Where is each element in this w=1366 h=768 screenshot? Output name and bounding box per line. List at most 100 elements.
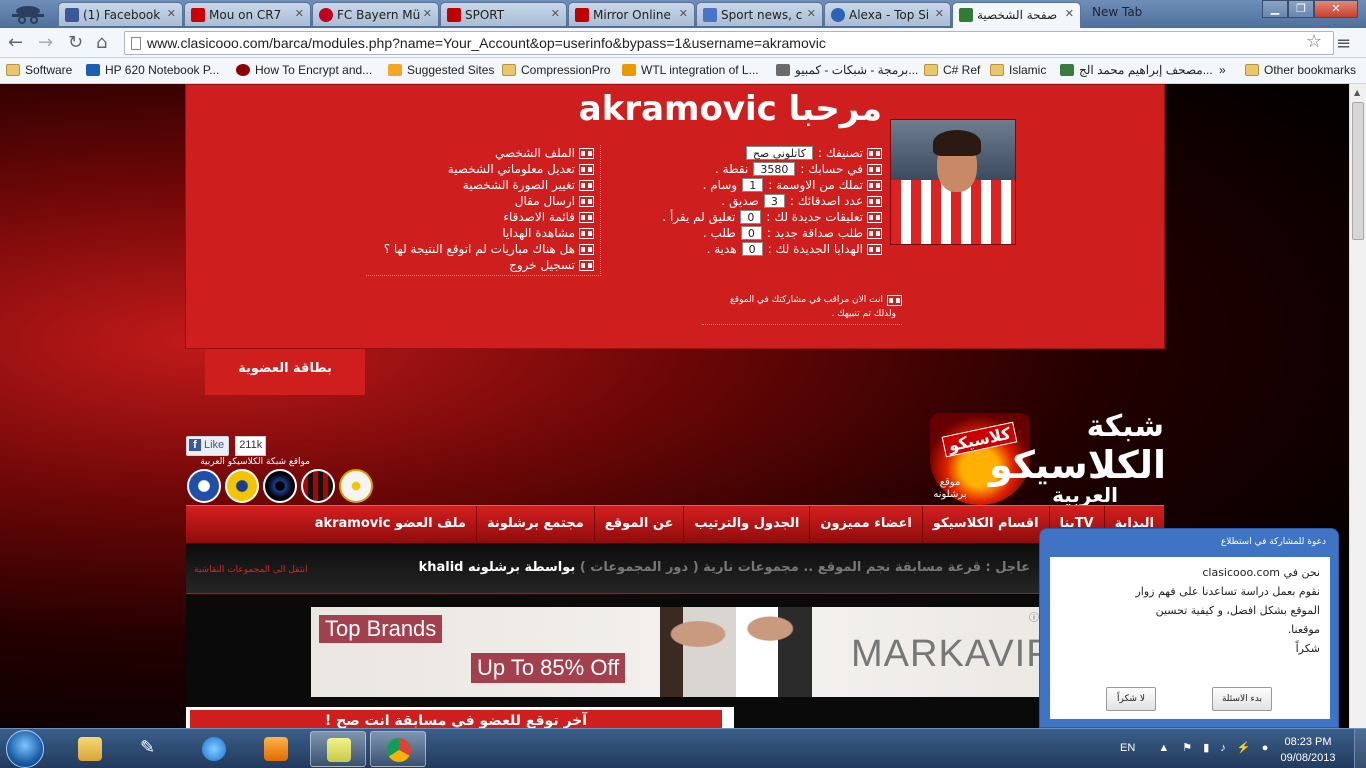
site-icon xyxy=(959,8,973,22)
start-survey-button[interactable]: بدء الاسئلة xyxy=(1212,687,1272,711)
bookmark-csharp-ref[interactable]: C# Ref xyxy=(924,63,980,77)
taskbar-tool[interactable]: ✎ xyxy=(124,731,180,767)
bookmark-software[interactable]: Software xyxy=(6,63,72,77)
site-logo[interactable]: كلاسيكو شبكة الكلاسيكو العربية موقع برشل… xyxy=(925,409,1170,509)
tab-mou-cr7[interactable]: Mou on CR7 ✕ xyxy=(184,2,311,26)
reload-icon[interactable]: ↻ xyxy=(68,32,83,53)
decline-survey-button[interactable]: لا شكراً xyxy=(1106,687,1156,711)
close-tab-icon[interactable]: ✕ xyxy=(551,7,560,20)
news-ticker[interactable]: عاجل : قرعة مسابقة نجم الموقع .. مجموعات… xyxy=(419,560,1030,575)
link-unpredicted-matches[interactable]: هل هناك مباريات لم اتوقع النتيجة لها ؟ xyxy=(366,241,594,257)
tray-arrow-icon[interactable]: ▲ xyxy=(1158,742,1169,754)
close-tab-icon[interactable]: ✕ xyxy=(295,7,304,20)
link-friends-list[interactable]: قائمة الاصدقاء xyxy=(366,209,594,225)
close-tab-icon[interactable]: ✕ xyxy=(935,7,944,20)
address-bar[interactable]: www.clasicooo.com/barca/modules.php?name… xyxy=(124,31,1334,55)
nav-sections[interactable]: اقسام الكلاسيكو xyxy=(921,505,1049,544)
scrollbar-thumb[interactable] xyxy=(1352,102,1364,240)
back-arrow-icon[interactable]: ← xyxy=(8,32,23,53)
tab-fc-bayern[interactable]: FC Bayern Mü ✕ xyxy=(312,2,439,26)
google-icon xyxy=(703,8,717,22)
page-scrollbar[interactable]: ▲ xyxy=(1349,84,1366,728)
tab-mirror[interactable]: Mirror Online ✕ xyxy=(568,2,695,26)
close-tab-icon[interactable]: ✕ xyxy=(167,7,176,20)
tab-alexa[interactable]: Alexa - Top Si ✕ xyxy=(824,2,951,26)
chrome-menu-icon[interactable]: ≡ xyxy=(1336,33,1351,54)
minimize-icon[interactable]: ▁ xyxy=(1262,0,1288,18)
volume-icon[interactable]: ♪ xyxy=(1220,742,1226,754)
al-hilal-logo[interactable] xyxy=(187,469,221,503)
discussion-groups-link[interactable]: انتقل الى المجموعات النقاشية xyxy=(194,565,307,575)
folder-icon xyxy=(6,64,20,76)
forward-arrow-icon[interactable]: → xyxy=(38,32,53,53)
nav-barcelona-community[interactable]: مجتمع برشلونة xyxy=(475,505,594,544)
link-send-article[interactable]: ارسال مقال xyxy=(366,193,594,209)
close-tab-icon[interactable]: ✕ xyxy=(807,7,816,20)
language-indicator[interactable]: EN xyxy=(1120,742,1135,754)
more-bookmarks-chevron[interactable]: » xyxy=(1219,63,1226,77)
other-bookmarks[interactable]: Other bookmarks xyxy=(1245,63,1356,77)
bullet-icon xyxy=(867,179,882,191)
stat-friends: عدد اصدقائك :3 صديق . xyxy=(592,193,882,209)
nav-standings[interactable]: الجدول والترتيب xyxy=(683,505,809,544)
taskbar-explorer[interactable] xyxy=(62,731,118,767)
network-club-logos xyxy=(187,469,373,503)
close-tab-icon[interactable]: ✕ xyxy=(1065,7,1074,20)
close-tab-icon[interactable]: ✕ xyxy=(423,7,432,20)
link-change-photo[interactable]: تغيير الصورة الشخصية xyxy=(366,177,594,193)
membership-card-tab[interactable]: بطاقة العضوية xyxy=(205,349,365,395)
bullet-icon xyxy=(867,163,882,175)
markavip-ad-banner[interactable]: Top Brands Up To 85% Off MARKAVIP ⓘ xyxy=(311,607,1052,697)
bookmark-quran[interactable]: مصحف إبراهيم محمد الج... xyxy=(1060,63,1213,77)
link-view-gifts[interactable]: مشاهدة الهدايا xyxy=(366,225,594,241)
start-button[interactable] xyxy=(6,730,44,768)
bullet-icon xyxy=(579,259,594,271)
tab-sport-news[interactable]: Sport news, c ✕ xyxy=(696,2,823,26)
bookmark-hp-620[interactable]: HP 620 Notebook P... xyxy=(86,63,219,77)
like-count: 211k xyxy=(235,436,267,456)
link-logout[interactable]: تسجيل خروج xyxy=(366,257,594,273)
bullet-icon xyxy=(867,195,882,207)
taskbar-notes[interactable] xyxy=(310,731,366,767)
window-close-icon[interactable]: ✕ xyxy=(1314,0,1358,18)
tab-profile-page[interactable]: صفحة الشخصية ✕ xyxy=(952,2,1081,28)
bookmark-star-icon[interactable]: ☆ xyxy=(1306,31,1322,52)
bookmark-programming[interactable]: برمجة - شبكات - كمبيو... xyxy=(776,63,918,77)
bookmark-suggested-sites[interactable]: Suggested Sites xyxy=(388,63,494,77)
bookmark-wtl[interactable]: WTL integration of L... xyxy=(622,63,759,77)
avatar xyxy=(890,119,1016,245)
real-madrid-logo[interactable] xyxy=(339,469,373,503)
bullet-icon xyxy=(579,227,594,239)
bookmark-encrypt[interactable]: How To Encrypt and... xyxy=(236,63,372,77)
al-nassr-logo[interactable] xyxy=(225,469,259,503)
network-icon[interactable]: ▮ xyxy=(1203,742,1209,754)
taskbar-chrome[interactable] xyxy=(370,731,426,767)
show-desktop-button[interactable] xyxy=(1354,729,1366,768)
link-edit-info[interactable]: تعديل معلوماتي الشخصية xyxy=(366,161,594,177)
taskbar-media-player[interactable] xyxy=(248,731,304,767)
link-profile[interactable]: الملف الشخصي xyxy=(366,145,594,161)
maximize-icon[interactable]: ❐ xyxy=(1288,0,1314,18)
tray-app-icon[interactable]: ● xyxy=(1262,742,1269,754)
flag-icon[interactable]: ⚑ xyxy=(1182,742,1192,754)
scroll-up-arrow-icon[interactable]: ▲ xyxy=(1354,88,1360,97)
inter-logo[interactable] xyxy=(263,469,297,503)
nav-member-profile[interactable]: ملف العضو akramovic xyxy=(305,506,476,544)
bookmark-islamic[interactable]: Islamic xyxy=(990,63,1046,77)
system-clock[interactable]: 08:23 PM 09/08/2013 xyxy=(1278,734,1338,766)
milan-logo[interactable] xyxy=(301,469,335,503)
power-icon[interactable]: ⚡ xyxy=(1237,742,1251,754)
info-icon[interactable]: ⓘ xyxy=(1029,609,1039,624)
folder-icon xyxy=(1245,64,1259,76)
new-tab-button[interactable]: New Tab xyxy=(1092,5,1142,19)
close-tab-icon[interactable]: ✕ xyxy=(679,7,688,20)
bookmark-compressionpro[interactable]: CompressionPro xyxy=(502,63,610,77)
home-icon[interactable]: ⌂ xyxy=(96,32,107,53)
incognito-icon xyxy=(8,3,48,25)
tab-sport[interactable]: SPORT ✕ xyxy=(440,2,567,26)
taskbar-ie[interactable] xyxy=(186,731,242,767)
facebook-like-button[interactable]: f Like xyxy=(186,436,230,456)
nav-about[interactable]: عن الموقع xyxy=(593,505,684,544)
nav-featured-members[interactable]: اعضاء مميزون xyxy=(809,505,922,544)
tab-facebook[interactable]: (1) Facebook ✕ xyxy=(58,2,183,26)
